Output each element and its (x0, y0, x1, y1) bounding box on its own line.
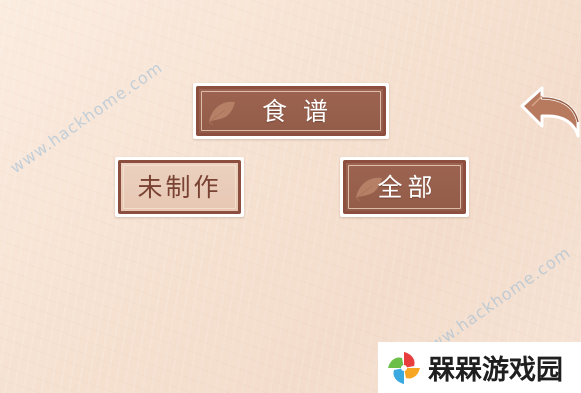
paper-background (0, 0, 581, 393)
recipe-title-board: 食谱 (193, 83, 389, 139)
recipe-title-plate: 食谱 (196, 86, 386, 136)
unmade-filter-button[interactable]: 未制作 (115, 157, 244, 217)
site-branding: 槑槑游戏园 (378, 342, 581, 393)
ginkgo-leaf-icon (208, 101, 235, 126)
recipe-title: 食谱 (261, 96, 344, 126)
unmade-filter-label: 未制作 (137, 172, 222, 202)
back-arrow-icon (520, 86, 580, 138)
all-filter-label: 全部 (377, 172, 438, 202)
unmade-filter-plate: 未制作 (118, 160, 241, 214)
pinwheel-logo-icon (388, 351, 420, 384)
all-filter-button[interactable]: 全部 (340, 157, 469, 217)
site-name: 槑槑游戏园 (428, 355, 563, 386)
back-button[interactable] (518, 82, 580, 140)
all-filter-plate: 全部 (343, 160, 466, 214)
